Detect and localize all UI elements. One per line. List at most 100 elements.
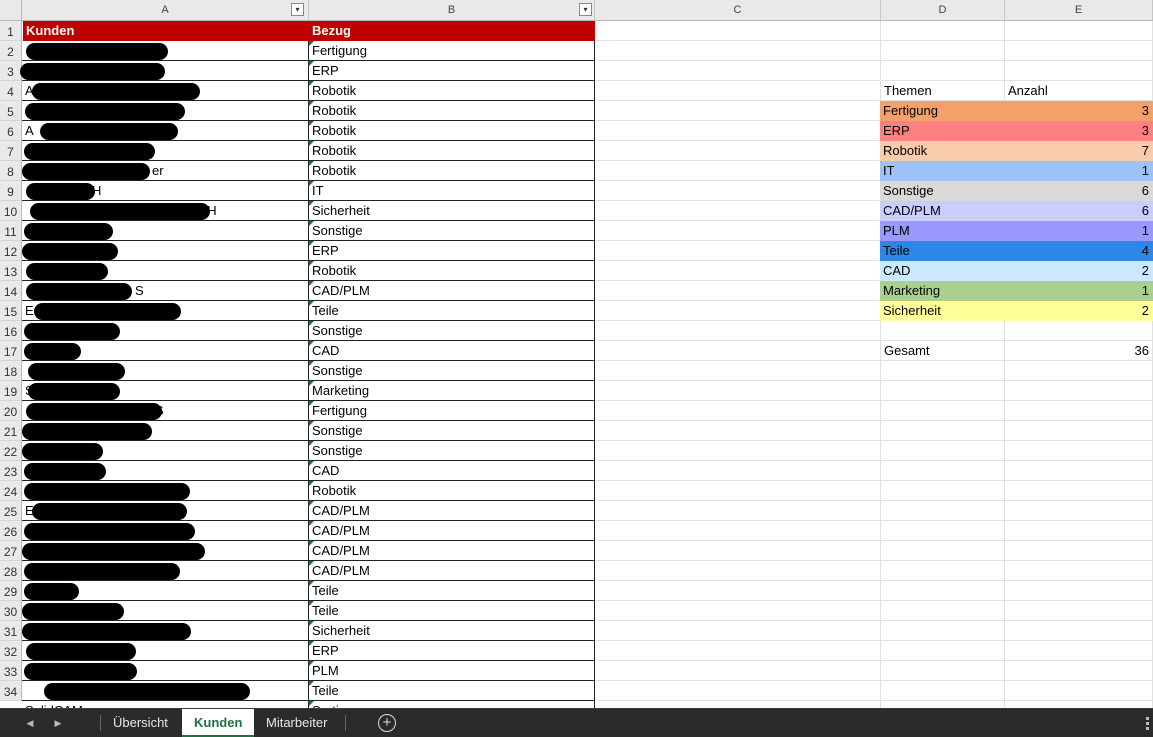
tab-uebersicht[interactable]: Übersicht [101, 709, 180, 737]
kunden-cell[interactable] [22, 201, 309, 221]
kunden-cell[interactable] [22, 321, 309, 341]
anzahl-cell[interactable]: 2 [1005, 261, 1153, 281]
thema-cell[interactable]: CAD [880, 261, 1005, 281]
row-header-9[interactable]: 9 [0, 181, 22, 201]
bezug-cell[interactable]: CAD/PLM [309, 281, 595, 301]
bezug-cell[interactable]: Teile [309, 581, 595, 601]
kunden-cell[interactable] [22, 361, 309, 381]
column-header-a[interactable]: A [22, 0, 309, 21]
kunden-cell[interactable] [22, 81, 309, 101]
kunden-cell[interactable] [22, 521, 309, 541]
row-header-19[interactable]: 19 [0, 381, 22, 401]
kunden-cell[interactable] [22, 541, 309, 561]
row-header-25[interactable]: 25 [0, 501, 22, 521]
thema-cell[interactable]: CAD/PLM [880, 201, 1005, 221]
anzahl-cell[interactable]: 3 [1005, 101, 1153, 121]
kunden-cell[interactable] [22, 661, 309, 681]
anzahl-cell[interactable]: 6 [1005, 181, 1153, 201]
row-header-33[interactable]: 33 [0, 661, 22, 681]
kunden-cell[interactable] [22, 501, 309, 521]
kunden-cell[interactable] [22, 461, 309, 481]
thema-cell[interactable]: Robotik [880, 141, 1005, 161]
row-header-15[interactable]: 15 [0, 301, 22, 321]
kunden-cell[interactable] [22, 621, 309, 641]
kunden-cell[interactable] [22, 101, 309, 121]
kunden-cell[interactable] [22, 401, 309, 421]
anzahl-cell[interactable]: 1 [1005, 221, 1153, 241]
kunden-cell[interactable] [22, 161, 309, 181]
kunden-cell[interactable] [22, 601, 309, 621]
thema-cell[interactable]: Fertigung [880, 101, 1005, 121]
bezug-cell[interactable]: Sonstige [309, 221, 595, 241]
row-header-3[interactable]: 3 [0, 61, 22, 81]
row-header-28[interactable]: 28 [0, 561, 22, 581]
row-header-23[interactable]: 23 [0, 461, 22, 481]
scroll-left-icon[interactable]: ◀ [24, 716, 36, 730]
kunden-cell[interactable] [22, 421, 309, 441]
row-header-6[interactable]: 6 [0, 121, 22, 141]
more-options-icon[interactable] [1146, 717, 1149, 730]
anzahl-cell[interactable]: 4 [1005, 241, 1153, 261]
kunden-cell[interactable] [22, 121, 309, 141]
column-header-c[interactable]: C [595, 0, 881, 21]
sort-filter-icon[interactable]: ▾ [291, 3, 304, 16]
anzahl-cell[interactable]: 7 [1005, 141, 1153, 161]
themen-label[interactable]: Themen [881, 81, 1005, 101]
kunden-cell[interactable] [22, 341, 309, 361]
header-cell-kunden[interactable]: Kunden [23, 21, 309, 41]
scroll-right-icon[interactable]: ▶ [52, 716, 64, 730]
bezug-cell[interactable]: Robotik [309, 81, 595, 101]
row-header-4[interactable]: 4 [0, 81, 22, 101]
kunden-cell[interactable] [22, 241, 309, 261]
bezug-cell[interactable]: Teile [309, 681, 595, 701]
bezug-cell[interactable]: Sonstige [309, 421, 595, 441]
bezug-cell[interactable]: Marketing [309, 381, 595, 401]
header-cell-bezug[interactable]: Bezug [309, 21, 595, 41]
bezug-cell[interactable]: Teile [309, 301, 595, 321]
row-header-27[interactable]: 27 [0, 541, 22, 561]
bezug-cell[interactable]: CAD/PLM [309, 561, 595, 581]
select-all-corner[interactable] [0, 0, 22, 21]
gesamt-value[interactable]: 36 [1005, 341, 1153, 361]
row-header-17[interactable]: 17 [0, 341, 22, 361]
bezug-cell[interactable]: CAD/PLM [309, 501, 595, 521]
kunden-cell[interactable] [22, 641, 309, 661]
bezug-cell[interactable]: Robotik [309, 261, 595, 281]
row-header-34[interactable]: 34 [0, 681, 22, 701]
spreadsheet-grid[interactable]: ABCDE 1 2 3 4 5 6 7 8 9 10 11 12 13 14 15 16 17 18 19 20 21 2… [0, 0, 1153, 708]
row-header-22[interactable]: 22 [0, 441, 22, 461]
bezug-cell[interactable]: Sicherheit [309, 201, 595, 221]
row-header-8[interactable]: 8 [0, 161, 22, 181]
bezug-cell[interactable]: Fertigung [309, 401, 595, 421]
bezug-cell[interactable]: ERP [309, 641, 595, 661]
row-header-10[interactable]: 10 [0, 201, 22, 221]
row-header-18[interactable]: 18 [0, 361, 22, 381]
anzahl-cell[interactable]: 6 [1005, 201, 1153, 221]
anzahl-cell[interactable]: 3 [1005, 121, 1153, 141]
row-header-14[interactable]: 14 [0, 281, 22, 301]
row-header-29[interactable]: 29 [0, 581, 22, 601]
row-header-1[interactable]: 1 [0, 21, 22, 41]
bezug-cell[interactable]: Sonstige [309, 361, 595, 381]
column-header-b[interactable]: B [309, 0, 595, 21]
bezug-cell[interactable]: Teile [309, 601, 595, 621]
row-header-30[interactable]: 30 [0, 601, 22, 621]
row-header-2[interactable]: 2 [0, 41, 22, 61]
kunden-cell[interactable] [22, 581, 309, 601]
bezug-cell[interactable]: CAD [309, 341, 595, 361]
anzahl-cell[interactable]: 2 [1005, 301, 1153, 321]
row-header-7[interactable]: 7 [0, 141, 22, 161]
row-header-16[interactable]: 16 [0, 321, 22, 341]
row-header-24[interactable]: 24 [0, 481, 22, 501]
thema-cell[interactable]: Sicherheit [880, 301, 1005, 321]
filter-dropdown-icon[interactable]: ▾ [579, 3, 592, 16]
row-header-26[interactable]: 26 [0, 521, 22, 541]
bezug-cell[interactable]: IT [309, 181, 595, 201]
thema-cell[interactable]: PLM [880, 221, 1005, 241]
tab-kunden[interactable]: Kunden [182, 709, 255, 737]
row-header-12[interactable]: 12 [0, 241, 22, 261]
kunden-cell[interactable] [22, 481, 309, 501]
thema-cell[interactable]: IT [880, 161, 1005, 181]
kunden-cell[interactable] [22, 141, 309, 161]
bezug-cell[interactable]: Robotik [309, 101, 595, 121]
